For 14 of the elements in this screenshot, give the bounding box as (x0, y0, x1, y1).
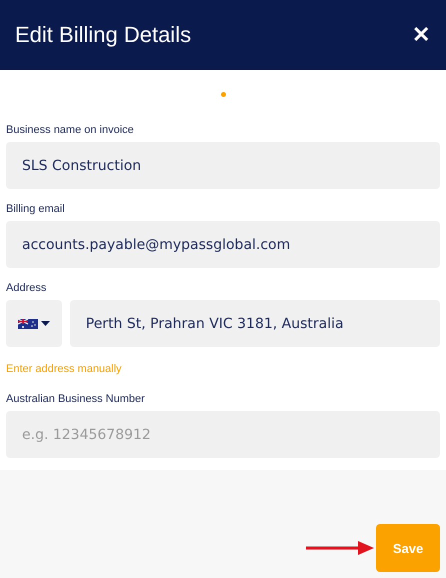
text-field[interactable]: e.g. 12345678912 (6, 411, 440, 458)
field-label: Address (6, 282, 48, 294)
close-button[interactable]: ✕ (412, 22, 430, 48)
text-field[interactable]: accounts.payable@mypassglobal.com (6, 221, 440, 268)
dialog-title: Edit Billing Details (15, 22, 192, 48)
field-label: Australian Business Number (6, 393, 146, 405)
field-label: Billing email (6, 203, 66, 215)
field-label: Business name on invoice (6, 124, 135, 136)
address-field[interactable]: Perth St, Prahran VIC 3181, Australia (70, 300, 440, 347)
loading-dot (220, 92, 226, 96)
text-field[interactable]: SLS Construction (6, 142, 440, 189)
country-dropdown[interactable] (6, 300, 62, 347)
caret-icon (40, 321, 50, 326)
flag-icon (18, 318, 38, 328)
